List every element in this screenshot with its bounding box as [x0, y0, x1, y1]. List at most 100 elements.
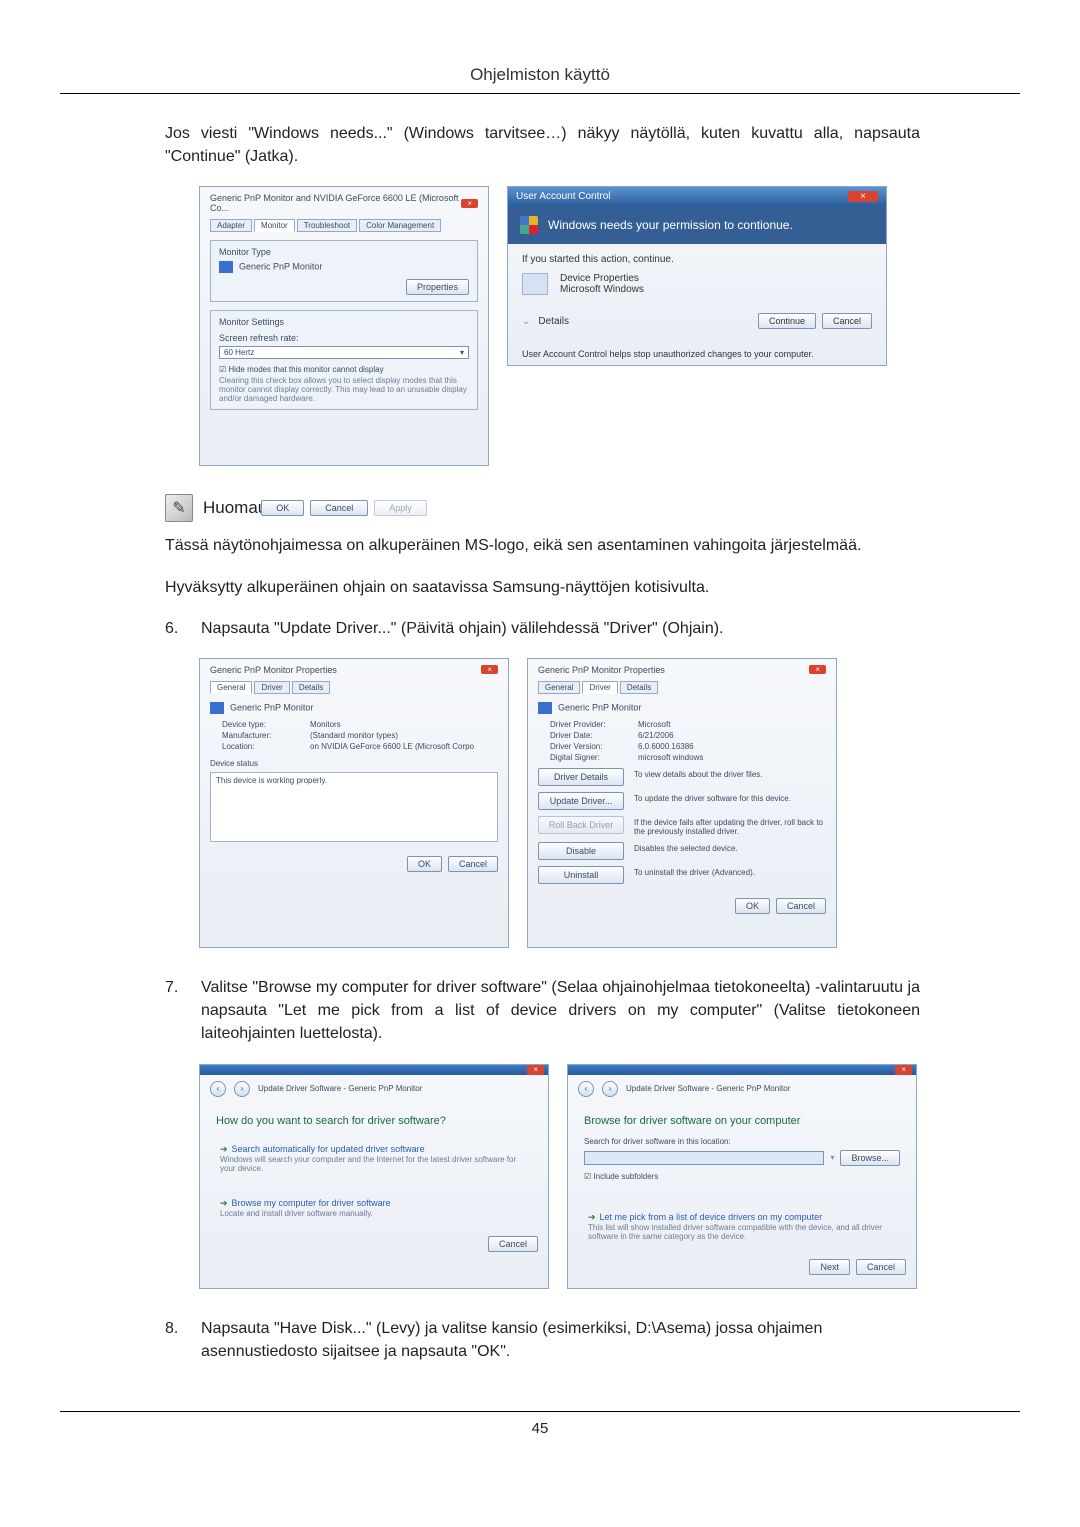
ok-button[interactable]: OK [261, 500, 304, 516]
close-icon[interactable]: × [461, 199, 478, 208]
cancel-button[interactable]: Cancel [822, 313, 872, 329]
ok-button[interactable]: OK [735, 898, 770, 914]
step-number: 8. [165, 1317, 183, 1363]
tab-general[interactable]: General [210, 681, 252, 694]
apply-button: Apply [374, 500, 427, 516]
uac-dialog: User Account Control × Windows needs you… [507, 186, 887, 366]
tab-details[interactable]: Details [620, 681, 658, 694]
monitor-icon [219, 261, 233, 273]
step-number: 6. [165, 617, 183, 640]
close-icon[interactable]: × [481, 665, 498, 674]
note-paragraph-1: Tässä näytönohjaimessa on alkuperäinen M… [165, 534, 920, 557]
back-icon[interactable]: ‹ [210, 1081, 226, 1097]
close-icon[interactable]: × [809, 665, 826, 674]
monitor-icon [210, 702, 224, 714]
update-driver-wizard-2: × ‹ › Update Driver Software - Generic P… [567, 1064, 917, 1289]
tab-monitor[interactable]: Monitor [254, 219, 295, 232]
tab-general[interactable]: General [538, 681, 580, 694]
intro-paragraph: Jos viesti "Windows needs..." (Windows t… [165, 122, 920, 168]
page: Ohjelmiston käyttö Jos viesti "Windows n… [0, 0, 1080, 1527]
display-properties-dialog: Generic PnP Monitor and NVIDIA GeForce 6… [199, 186, 489, 466]
cancel-button[interactable]: Cancel [310, 500, 368, 516]
arrow-icon: ➔ [220, 1198, 228, 1208]
disable-button[interactable]: Disable [538, 842, 624, 860]
step-8: 8. Napsauta "Have Disk..." (Levy) ja val… [165, 1317, 920, 1363]
browse-button[interactable]: Browse... [840, 1150, 900, 1166]
hide-modes-checkbox[interactable]: ☑ Hide modes that this monitor cannot di… [219, 365, 469, 374]
chevron-down-icon[interactable]: ⌄ [522, 316, 530, 327]
content: Jos viesti "Windows needs..." (Windows t… [60, 122, 1020, 1363]
next-button[interactable]: Next [809, 1259, 850, 1275]
monitor-settings-label: Monitor Settings [219, 317, 469, 327]
device-status-label: Device status [210, 759, 498, 768]
properties-button[interactable]: Properties [406, 279, 469, 295]
tab-adapter[interactable]: Adapter [210, 219, 252, 232]
wizard-question: How do you want to search for driver sof… [216, 1115, 532, 1127]
tab-row: Adapter Monitor Troubleshoot Color Manag… [210, 219, 478, 232]
step-number: 7. [165, 976, 183, 1046]
divider [60, 1411, 1020, 1412]
arrow-icon: ➔ [588, 1212, 596, 1222]
forward-icon: › [234, 1081, 250, 1097]
note-paragraph-2: Hyväksytty alkuperäinen ohjain on saatav… [165, 576, 920, 599]
uac-line1: If you started this action, continue. [522, 254, 872, 265]
dialog-title: Generic PnP Monitor and NVIDIA GeForce 6… [210, 193, 461, 213]
uac-publisher: Microsoft Windows [560, 284, 644, 295]
ok-button[interactable]: OK [407, 856, 442, 872]
cancel-button[interactable]: Cancel [856, 1259, 906, 1275]
refresh-rate-select[interactable]: 60 Hertz▾ [219, 346, 469, 359]
screenshot-row-3: × ‹ › Update Driver Software - Generic P… [199, 1064, 920, 1289]
wizard-question: Browse for driver software on your compu… [584, 1115, 900, 1127]
cancel-button[interactable]: Cancel [776, 898, 826, 914]
update-driver-button[interactable]: Update Driver... [538, 792, 624, 810]
tab-troubleshoot[interactable]: Troubleshoot [297, 219, 357, 232]
divider [60, 93, 1020, 94]
monitor-icon [538, 702, 552, 714]
tab-driver[interactable]: Driver [582, 681, 617, 694]
option-auto-search[interactable]: ➔Search automatically for updated driver… [216, 1137, 532, 1179]
include-subfolders-checkbox[interactable]: ☑ Include subfolders [584, 1172, 900, 1181]
step-7: 7. Valitse "Browse my computer for drive… [165, 976, 920, 1046]
arrow-icon: ➔ [220, 1144, 228, 1154]
monitor-name: Generic PnP Monitor [239, 262, 322, 272]
screenshot-row-2: Generic PnP Monitor Properties × General… [199, 658, 920, 948]
shield-icon [520, 216, 538, 234]
device-name: Generic PnP Monitor [230, 702, 313, 712]
continue-button[interactable]: Continue [758, 313, 816, 329]
close-icon[interactable]: × [848, 191, 878, 202]
option-browse[interactable]: ➔Browse my computer for driver software … [216, 1191, 532, 1224]
back-icon[interactable]: ‹ [578, 1081, 594, 1097]
wizard-crumb: Update Driver Software - Generic PnP Mon… [626, 1084, 790, 1093]
page-header: Ohjelmiston käyttö [60, 65, 1020, 85]
step-text: Napsauta "Update Driver..." (Päivitä ohj… [201, 617, 724, 640]
location-input[interactable] [584, 1151, 824, 1165]
screenshot-row-1: Generic PnP Monitor and NVIDIA GeForce 6… [199, 186, 920, 466]
chevron-down-icon[interactable]: ▾ [830, 1153, 834, 1162]
note-icon: ✎ [165, 494, 193, 522]
dialog-title: Generic PnP Monitor Properties [538, 665, 665, 675]
tab-color-management[interactable]: Color Management [359, 219, 441, 232]
device-properties-general: Generic PnP Monitor Properties × General… [199, 658, 509, 948]
close-icon[interactable]: × [895, 1065, 912, 1075]
tab-driver[interactable]: Driver [254, 681, 289, 694]
uac-details[interactable]: Details [538, 316, 569, 327]
uac-program: Device Properties [560, 273, 644, 284]
monitor-type-label: Monitor Type [219, 247, 469, 257]
uac-footer: User Account Control helps stop unauthor… [508, 343, 886, 369]
location-label: Search for driver software in this locat… [584, 1137, 900, 1146]
rollback-driver-button: Roll Back Driver [538, 816, 624, 834]
forward-icon: › [602, 1081, 618, 1097]
uninstall-button[interactable]: Uninstall [538, 866, 624, 884]
driver-details-button[interactable]: Driver Details [538, 768, 624, 786]
device-name: Generic PnP Monitor [558, 702, 641, 712]
chevron-down-icon: ▾ [460, 348, 464, 357]
cancel-button[interactable]: Cancel [488, 1236, 538, 1252]
step-text: Valitse "Browse my computer for driver s… [201, 976, 920, 1046]
hide-modes-description: Clearing this check box allows you to se… [219, 376, 469, 403]
update-driver-wizard-1: × ‹ › Update Driver Software - Generic P… [199, 1064, 549, 1289]
close-icon[interactable]: × [527, 1065, 544, 1075]
option-pick-from-list[interactable]: ➔Let me pick from a list of device drive… [584, 1205, 900, 1247]
cancel-button[interactable]: Cancel [448, 856, 498, 872]
step-6: 6. Napsauta "Update Driver..." (Päivitä … [165, 617, 920, 640]
tab-details[interactable]: Details [292, 681, 330, 694]
